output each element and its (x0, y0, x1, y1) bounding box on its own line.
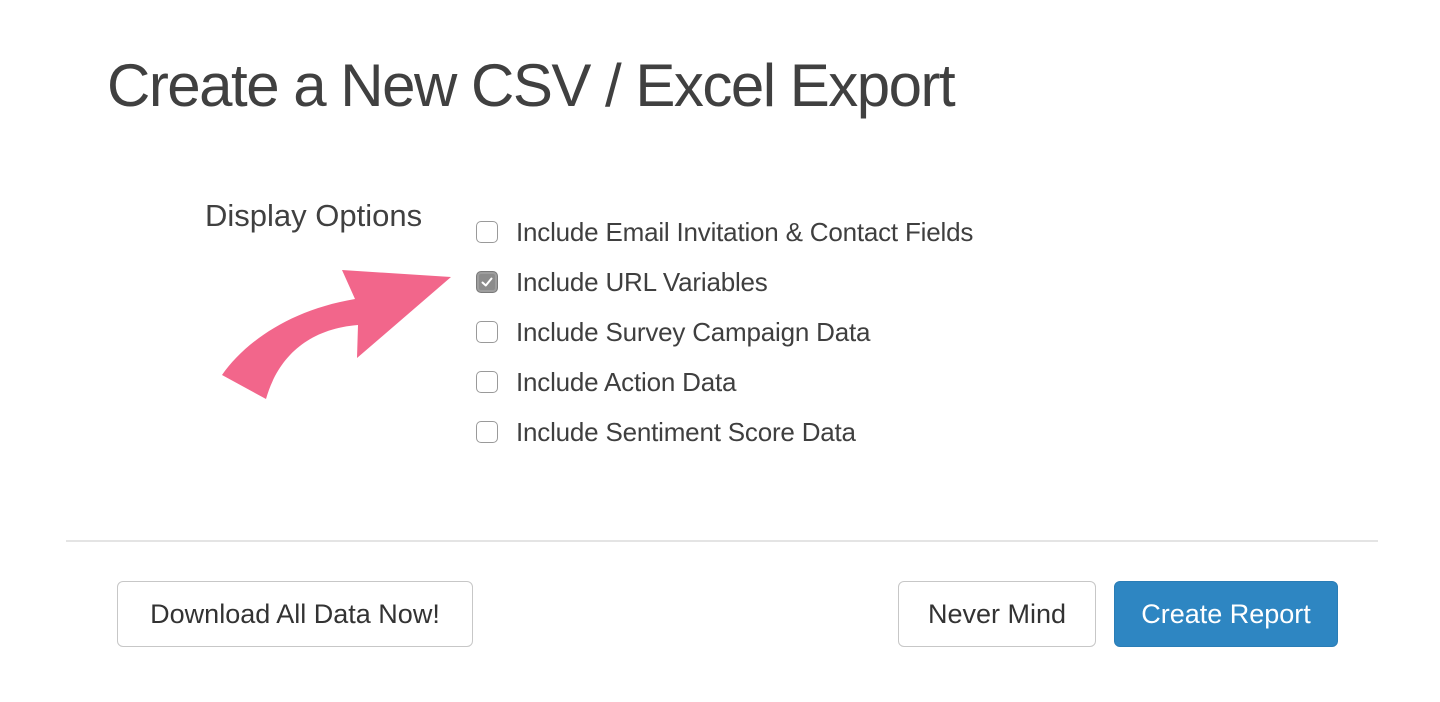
option-survey-campaign[interactable]: Include Survey Campaign Data (474, 307, 973, 357)
display-options-label: Display Options (205, 198, 423, 233)
survey-campaign-checkbox[interactable] (476, 321, 498, 343)
option-url-variables[interactable]: Include URL Variables (474, 257, 973, 307)
sentiment-score-checkbox[interactable] (476, 421, 498, 443)
option-action-data[interactable]: Include Action Data (474, 357, 973, 407)
footer-divider (66, 540, 1378, 542)
display-options-list: Include Email Invitation & Contact Field… (474, 207, 973, 457)
option-label: Include Sentiment Score Data (516, 416, 856, 447)
option-email-invitation[interactable]: Include Email Invitation & Contact Field… (474, 207, 973, 257)
option-label: Include URL Variables (516, 266, 768, 297)
option-label: Include Email Invitation & Contact Field… (516, 216, 974, 247)
page-title: Create a New CSV / Excel Export (107, 52, 956, 119)
download-all-data-button[interactable]: Download All Data Now! (117, 581, 473, 647)
action-data-checkbox[interactable] (476, 371, 498, 393)
never-mind-button[interactable]: Never Mind (898, 581, 1096, 647)
url-variables-checkbox[interactable] (476, 271, 498, 293)
option-sentiment-score[interactable]: Include Sentiment Score Data (474, 407, 973, 457)
check-icon (481, 277, 493, 287)
option-label: Include Action Data (516, 366, 737, 397)
option-label: Include Survey Campaign Data (516, 316, 871, 347)
email-invitation-checkbox[interactable] (476, 221, 498, 243)
curved-arrow-icon (222, 270, 451, 399)
arrow-shape (222, 270, 451, 399)
create-report-button[interactable]: Create Report (1114, 581, 1338, 647)
